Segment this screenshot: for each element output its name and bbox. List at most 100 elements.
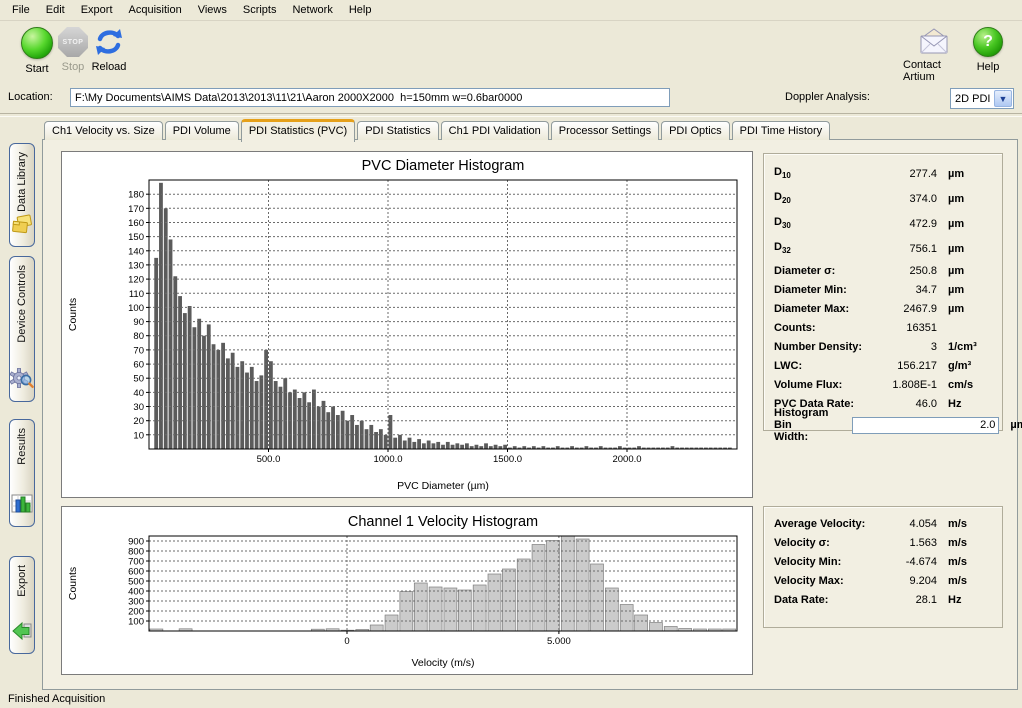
stat-unit: Hz [937, 398, 992, 410]
status-text: Finished Acquisition [8, 693, 105, 705]
stat-unit: m/s [937, 537, 992, 549]
location-row: Location: Doppler Analysis: 2D PDI ▼ [0, 85, 1022, 112]
pdi-statistics-pvc-tabpage: 1020304050607080901001101201301401501601… [42, 139, 1018, 690]
status-bar: Finished Acquisition [0, 690, 1022, 708]
stat-label: D10 [774, 166, 871, 180]
svg-text:20: 20 [133, 416, 144, 427]
histogram-bin-width-row: Histogram Bin Width:µm [774, 413, 992, 437]
stat-row: D10277.4µm [774, 161, 992, 186]
stat-label: Diameter σ: [774, 265, 871, 277]
tab-pdi-statistics[interactable]: PDI Statistics [357, 121, 438, 140]
stat-row: Diameter Min:34.7µm [774, 280, 992, 299]
svg-text:1500.0: 1500.0 [493, 454, 522, 465]
stat-value: 1.563 [871, 537, 937, 549]
svg-text:170: 170 [128, 204, 144, 215]
stat-label: Data Rate: [774, 594, 871, 606]
stat-row: LWC:156.217g/m³ [774, 356, 992, 375]
svg-text:160: 160 [128, 218, 144, 229]
stat-unit: µm [937, 193, 992, 205]
doppler-analysis-select[interactable]: 2D PDI ▼ [950, 88, 1014, 109]
svg-text:2000.0: 2000.0 [612, 454, 641, 465]
sidebar-item-device-controls[interactable]: Device Controls [9, 256, 35, 402]
stat-label: D30 [774, 216, 871, 230]
stat-label: Average Velocity: [774, 518, 871, 530]
menu-item-edit[interactable]: Edit [38, 2, 73, 18]
svg-text:900: 900 [128, 537, 144, 548]
stat-unit: µm [937, 284, 992, 296]
contact-artium-button[interactable]: Contact Artium [903, 27, 965, 83]
location-input[interactable] [70, 88, 670, 107]
stat-value: 4.054 [871, 518, 937, 530]
menu-item-views[interactable]: Views [190, 2, 235, 18]
menu-item-help[interactable]: Help [341, 2, 380, 18]
tab-processor-settings[interactable]: Processor Settings [551, 121, 659, 140]
device-controls-icon [10, 366, 34, 393]
sidebar-item-data-library[interactable]: Data Library [9, 143, 35, 247]
svg-text:70: 70 [133, 345, 144, 356]
y-axis-label: Counts [67, 567, 79, 600]
svg-text:110: 110 [129, 289, 144, 300]
tab-pdi-statistics-pvc[interactable]: PDI Statistics (PVC) [241, 119, 355, 142]
stat-value: 2467.9 [871, 303, 937, 315]
stat-row: Velocity σ:1.563m/s [774, 533, 992, 552]
velocity-histogram-panel: 10020030040050060070080090005.000Channel… [61, 506, 753, 675]
x-axis-label: PVC Diameter (µm) [397, 480, 489, 492]
stat-row: D30472.9µm [774, 211, 992, 236]
envelope-icon [917, 27, 951, 55]
histogram-bin-width-input[interactable] [852, 417, 999, 434]
data-library-icon [10, 213, 34, 238]
svg-text:100: 100 [128, 303, 144, 314]
tab-ch1-pdi-validation[interactable]: Ch1 PDI Validation [441, 121, 549, 140]
svg-text:10: 10 [133, 430, 144, 441]
menu-item-export[interactable]: Export [73, 2, 121, 18]
stat-label: Velocity Max: [774, 575, 871, 587]
sidebar-item-results[interactable]: Results [9, 419, 35, 527]
tab-pdi-optics[interactable]: PDI Optics [661, 121, 730, 140]
svg-text:400: 400 [128, 587, 144, 598]
pvc-statistics-panel: D10277.4µmD20374.0µmD30472.9µmD32756.1µm… [763, 153, 1003, 431]
x-axis-label: Velocity (m/s) [411, 657, 474, 669]
toolbar: Start STOP Stop Reload Contact Artium ? … [0, 21, 1022, 83]
velocity-histogram-chart: 10020030040050060070080090005.000Channel… [62, 507, 750, 672]
stat-label: D32 [774, 241, 871, 255]
pvc-diameter-histogram-chart: 1020304050607080901001101201301401501601… [62, 152, 750, 495]
stat-label: Diameter Max: [774, 303, 871, 315]
menu-item-scripts[interactable]: Scripts [235, 2, 285, 18]
menu-bar: FileEditExportAcquisitionViewsScriptsNet… [0, 0, 1022, 21]
stat-row: Average Velocity:4.054m/s [774, 514, 992, 533]
stat-row: D32756.1µm [774, 236, 992, 261]
stat-row: Diameter σ:250.8µm [774, 261, 992, 280]
reload-label: Reload [92, 61, 127, 73]
tab-pdi-volume[interactable]: PDI Volume [165, 121, 239, 140]
export-icon [10, 620, 34, 645]
svg-text:700: 700 [128, 557, 144, 568]
stat-row: Counts:16351 [774, 318, 992, 337]
chart-title: PVC Diameter Histogram [362, 158, 525, 174]
tab-pdi-time-history[interactable]: PDI Time History [732, 121, 831, 140]
svg-text:30: 30 [133, 402, 144, 413]
sidebar-item-label: Export [16, 565, 28, 597]
stat-value: 3 [871, 341, 937, 353]
help-label: Help [977, 61, 1000, 73]
stat-value: 472.9 [871, 218, 937, 230]
reload-button[interactable]: Reload [80, 27, 138, 73]
menu-item-file[interactable]: File [4, 2, 38, 18]
velocity-statistics-panel: Average Velocity:4.054m/sVelocity σ:1.56… [763, 506, 1003, 628]
sidebar-item-export[interactable]: Export [9, 556, 35, 654]
menu-item-acquisition[interactable]: Acquisition [121, 2, 190, 18]
stat-value: 156.217 [871, 360, 937, 372]
stat-unit: µm [937, 303, 992, 315]
stat-row: Diameter Max:2467.9µm [774, 299, 992, 318]
histogram-bin-width-label: Histogram Bin Width: [774, 407, 828, 443]
stat-unit: m/s [937, 556, 992, 568]
svg-text:5.000: 5.000 [547, 636, 571, 647]
svg-text:100: 100 [128, 617, 144, 628]
stat-unit: g/m³ [937, 360, 992, 372]
stat-unit: m/s [937, 518, 992, 530]
help-button[interactable]: ? Help [968, 27, 1008, 73]
tab-ch1-velocity-vs-size[interactable]: Ch1 Velocity vs. Size [44, 121, 163, 140]
stat-label: Number Density: [774, 341, 871, 353]
stat-unit: µm [937, 243, 992, 255]
menu-item-network[interactable]: Network [284, 2, 340, 18]
chevron-down-icon[interactable]: ▼ [994, 90, 1012, 107]
